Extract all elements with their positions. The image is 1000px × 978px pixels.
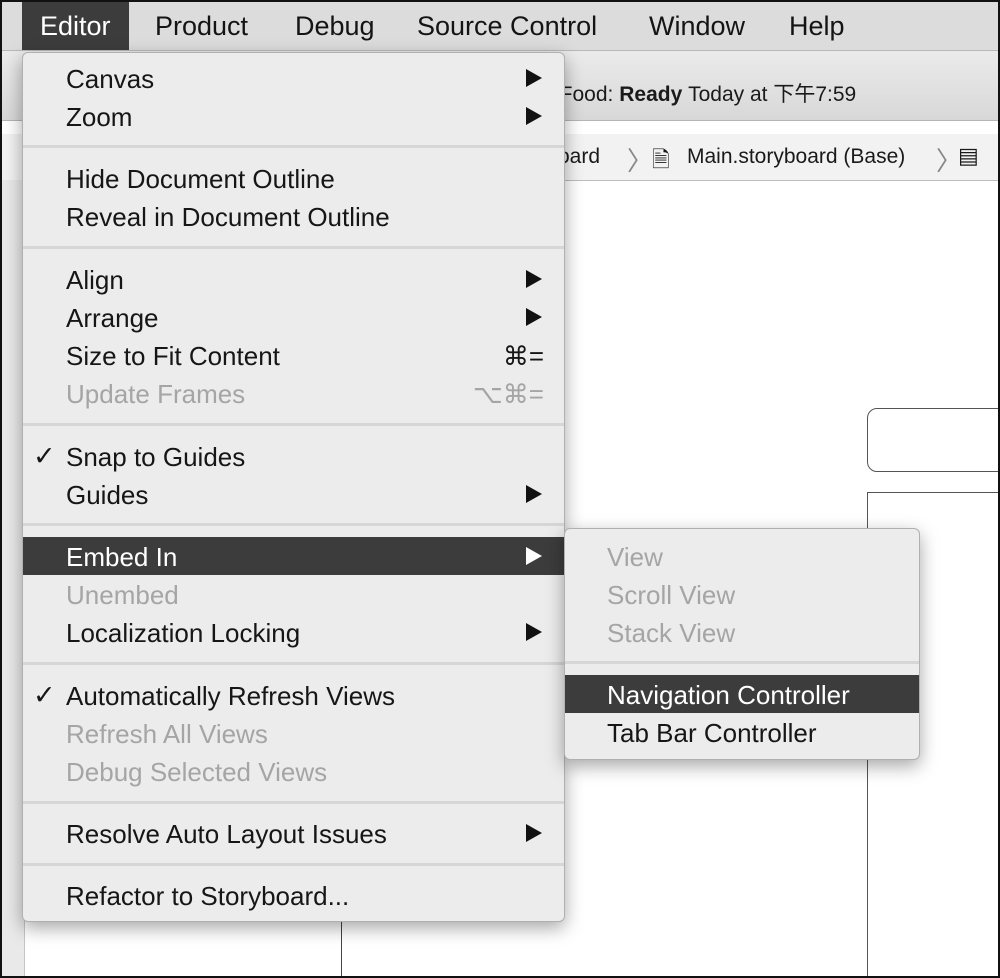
menu-item-shortcut: ⌘= <box>502 341 544 371</box>
scene-icon: ▤ <box>958 143 979 168</box>
menu-item-arrange[interactable]: Arrange <box>23 298 564 336</box>
menu-item-guides[interactable]: Guides <box>23 475 564 513</box>
menu-separator <box>23 423 564 426</box>
menu-item-reveal-in-document-outline[interactable]: Reveal in Document Outline <box>23 197 564 235</box>
submenu-arrow-icon <box>526 485 542 503</box>
menu-item-label: View <box>607 542 663 572</box>
submenu-arrow-icon <box>526 308 542 326</box>
submenu-arrow-icon <box>526 69 542 87</box>
menu-item-refresh-all-views: Refresh All Views <box>23 714 564 752</box>
status-time: Today at 下午7:59 <box>688 83 857 106</box>
screenshot-frame: aFood: Ready Today at 下午7:59 oard 〉 🗎 Ma… <box>0 0 1000 978</box>
menu-item-label: Tab Bar Controller <box>607 718 817 748</box>
menu-item-label: Navigation Controller <box>607 680 850 710</box>
menu-item-label: Localization Locking <box>66 618 301 648</box>
menu-separator <box>23 145 564 148</box>
storyboard-scene-header[interactable] <box>867 408 998 472</box>
menu-help[interactable]: Help <box>789 2 845 50</box>
submenu-item-view: View <box>565 537 919 575</box>
menu-item-label: Zoom <box>66 102 133 132</box>
menu-source-control[interactable]: Source Control <box>417 2 597 50</box>
menu-item-label: Align <box>66 265 124 295</box>
checkmark-icon: ✓ <box>33 680 56 710</box>
menu-item-label: Embed In <box>66 542 178 572</box>
checkmark-icon: ✓ <box>33 441 56 471</box>
submenu-item-stack-view: Stack View <box>565 613 919 651</box>
menu-item-label: Stack View <box>607 618 736 648</box>
storyboard-file-icon: 🗎 <box>652 147 670 172</box>
menu-separator <box>23 523 564 526</box>
status-state: Ready <box>619 83 683 106</box>
activity-status: aFood: Ready Today at 下午7:59 <box>548 78 856 108</box>
menu-item-debug-selected-views: Debug Selected Views <box>23 752 564 790</box>
menu-item-label: Canvas <box>66 64 155 94</box>
submenu-arrow-icon <box>526 270 542 288</box>
submenu-arrow-icon <box>526 547 542 565</box>
menu-item-unembed: Unembed <box>23 575 564 613</box>
menu-item-localization-locking[interactable]: Localization Locking <box>23 613 564 651</box>
menu-separator <box>23 662 564 665</box>
menu-item-label: Size to Fit Content <box>66 341 280 371</box>
menu-item-label: Automatically Refresh Views <box>66 681 395 711</box>
menu-window[interactable]: Window <box>649 2 745 50</box>
menu-separator <box>23 801 564 804</box>
menu-item-align[interactable]: Align <box>23 260 564 298</box>
menu-item-zoom[interactable]: Zoom <box>23 97 564 135</box>
menu-item-label: Refresh All Views <box>66 719 268 749</box>
embed-in-submenu: View Scroll View Stack View Navigation C… <box>564 528 920 760</box>
menu-item-size-to-fit-content[interactable]: Size to Fit Content ⌘= <box>23 336 564 374</box>
menu-item-snap-to-guides[interactable]: ✓ Snap to Guides <box>23 437 564 475</box>
menu-item-label: Guides <box>66 480 149 510</box>
menu-item-label: Update Frames <box>66 379 246 409</box>
submenu-arrow-icon <box>526 107 542 125</box>
submenu-item-scroll-view: Scroll View <box>565 575 919 613</box>
submenu-item-tab-bar-controller[interactable]: Tab Bar Controller <box>565 713 919 751</box>
menu-editor[interactable]: Editor <box>22 2 129 50</box>
menu-item-label: Snap to Guides <box>66 442 246 472</box>
editor-menu: Canvas Zoom Hide Document Outline Reveal… <box>22 52 565 922</box>
breadcrumb-chevron-icon: 〉 <box>627 146 654 176</box>
menu-debug[interactable]: Debug <box>295 2 375 50</box>
menu-bar: Editor Product Debug Source Control Wind… <box>2 2 998 51</box>
menu-item-label: Refactor to Storyboard... <box>66 881 350 911</box>
menu-item-refactor-to-storyboard[interactable]: Refactor to Storyboard... <box>23 876 564 914</box>
menu-item-label: Resolve Auto Layout Issues <box>66 819 387 849</box>
menu-item-label: Unembed <box>66 580 179 610</box>
menu-item-label: Debug Selected Views <box>66 757 328 787</box>
menu-item-label: Arrange <box>66 303 159 333</box>
submenu-arrow-icon <box>526 623 542 641</box>
menu-item-hide-document-outline[interactable]: Hide Document Outline <box>23 159 564 197</box>
menu-item-label: Scroll View <box>607 580 736 610</box>
menu-separator <box>565 661 919 664</box>
menu-item-label: Hide Document Outline <box>66 164 335 194</box>
menu-item-label: Reveal in Document Outline <box>66 202 390 232</box>
menu-item-canvas[interactable]: Canvas <box>23 59 564 97</box>
menu-product[interactable]: Product <box>155 2 248 50</box>
menu-item-embed-in[interactable]: Embed In <box>23 537 564 575</box>
menu-item-resolve-auto-layout-issues[interactable]: Resolve Auto Layout Issues <box>23 814 564 852</box>
breadcrumb-main-storyboard[interactable]: Main.storyboard (Base) <box>687 145 905 169</box>
menu-separator <box>23 863 564 866</box>
submenu-item-navigation-controller[interactable]: Navigation Controller <box>565 675 919 713</box>
menu-separator <box>23 246 564 249</box>
menu-item-automatically-refresh-views[interactable]: ✓ Automatically Refresh Views <box>23 676 564 714</box>
menu-item-update-frames: Update Frames ⌥⌘= <box>23 374 564 412</box>
submenu-arrow-icon <box>526 824 542 842</box>
menu-item-shortcut: ⌥⌘= <box>472 379 544 409</box>
